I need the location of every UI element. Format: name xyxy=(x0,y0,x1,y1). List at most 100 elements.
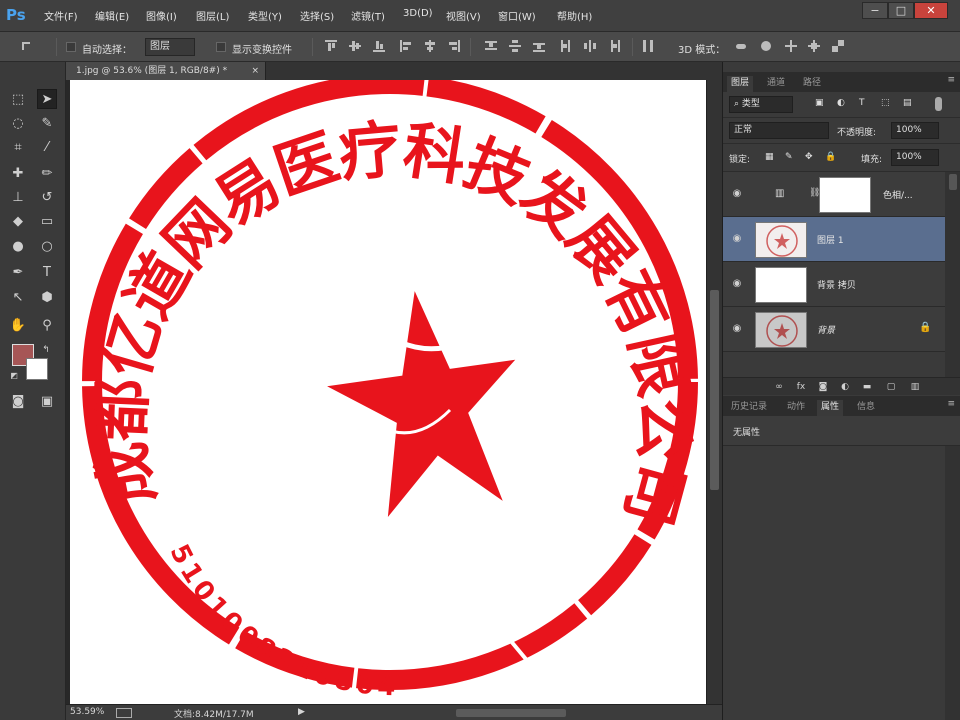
status-arrow-icon[interactable]: ▶ xyxy=(298,707,305,717)
canvas[interactable]: 成都亿道网易医疗科技发展有限公司 5101008310804 xyxy=(70,80,706,704)
move-tool-icon[interactable]: ➤ xyxy=(37,89,57,109)
fx-icon[interactable]: fx xyxy=(795,381,807,393)
document-tab-close-icon[interactable]: × xyxy=(251,62,259,80)
menu-view[interactable]: 视图(V) xyxy=(446,8,481,23)
lasso-tool-icon[interactable]: ◌ xyxy=(8,114,28,134)
menu-help[interactable]: 帮助(H) xyxy=(557,8,592,23)
restore-button[interactable]: □ xyxy=(888,2,914,19)
layer-row-hue-saturation[interactable]: ◉ ▥ ⛓ 色相/... xyxy=(723,172,945,217)
shape-tool-icon[interactable]: ⬢ xyxy=(37,288,57,308)
distribute-bottom-icon[interactable] xyxy=(533,40,545,52)
history-brush-tool-icon[interactable]: ↺ xyxy=(37,188,57,208)
swap-colors-icon[interactable]: ↰ xyxy=(36,340,56,360)
healing-brush-tool-icon[interactable]: ✚ xyxy=(8,164,28,184)
vertical-scrollbar-thumb[interactable] xyxy=(710,290,719,490)
menu-filter[interactable]: 滤镜(T) xyxy=(351,8,385,23)
menu-type[interactable]: 类型(Y) xyxy=(248,8,282,23)
align-left-icon[interactable] xyxy=(400,40,412,52)
minimize-button[interactable]: − xyxy=(862,2,888,19)
lock-position-icon[interactable]: ✥ xyxy=(805,152,813,162)
align-bottom-icon[interactable] xyxy=(373,40,385,52)
auto-select-checkbox[interactable] xyxy=(66,42,76,52)
eye-icon[interactable]: ◉ xyxy=(731,278,743,290)
crop-tool-icon[interactable]: ⌗ xyxy=(8,138,28,158)
menu-select[interactable]: 选择(S) xyxy=(300,8,334,23)
layers-scrollbar[interactable] xyxy=(945,172,960,377)
3d-pan-icon[interactable] xyxy=(785,40,797,52)
3d-roll-icon[interactable] xyxy=(760,40,772,52)
path-select-tool-icon[interactable]: ↖ xyxy=(8,288,28,308)
properties-scrollbar[interactable] xyxy=(945,446,960,720)
menu-edit[interactable]: 编辑(E) xyxy=(95,8,129,23)
filter-adjustment-icon[interactable]: ◐ xyxy=(837,98,845,108)
filter-type-icon[interactable]: T xyxy=(859,98,865,108)
move-tool-preset-icon[interactable] xyxy=(20,40,32,52)
quick-mask-icon[interactable]: ◙ xyxy=(8,392,28,412)
align-vcenter-icon[interactable] xyxy=(349,40,361,52)
align-top-icon[interactable] xyxy=(325,40,337,52)
3d-rotate-icon[interactable] xyxy=(735,40,747,52)
blur-tool-icon[interactable]: ● xyxy=(8,237,28,257)
panel-menu-icon[interactable]: ≡ xyxy=(947,399,955,409)
brush-tool-icon[interactable]: ✏ xyxy=(37,164,57,184)
3d-scale-icon[interactable] xyxy=(832,40,844,52)
lock-pixels-icon[interactable]: ✎ xyxy=(785,152,793,162)
distribute-top-icon[interactable] xyxy=(485,40,497,52)
adjustment-icon[interactable]: ◐ xyxy=(839,381,851,393)
align-right-icon[interactable] xyxy=(448,40,460,52)
quick-select-tool-icon[interactable]: ✎ xyxy=(37,114,57,134)
menu-image[interactable]: 图像(I) xyxy=(146,8,177,23)
menu-window[interactable]: 窗口(W) xyxy=(498,8,536,23)
panel-menu-icon[interactable]: ≡ xyxy=(947,75,955,85)
trash-icon[interactable]: ▥ xyxy=(909,381,921,393)
tab-actions[interactable]: 动作 xyxy=(783,400,809,416)
layer-row-layer-1[interactable]: ◉ 图层 1 xyxy=(723,217,945,262)
tab-paths[interactable]: 路径 xyxy=(799,76,825,92)
filter-toggle[interactable] xyxy=(935,97,942,111)
layer-row-background[interactable]: ◉ 背景 🔒 xyxy=(723,307,945,352)
3d-slide-icon[interactable] xyxy=(808,40,820,52)
layers-scrollbar-thumb[interactable] xyxy=(949,174,957,190)
filter-shape-icon[interactable]: ⬚ xyxy=(881,98,890,108)
clone-stamp-tool-icon[interactable]: ⊥ xyxy=(8,188,28,208)
distribute-hcenter-icon[interactable] xyxy=(584,40,596,52)
show-transform-checkbox[interactable] xyxy=(216,42,226,52)
menu-3d[interactable]: 3D(D) xyxy=(403,8,433,19)
layer-filter-dropdown[interactable]: ⌕ 类型 xyxy=(729,96,793,113)
hand-tool-icon[interactable]: ✋ xyxy=(8,316,28,336)
folder-icon[interactable]: ▬ xyxy=(861,381,873,393)
tab-properties[interactable]: 属性 xyxy=(817,400,844,416)
auto-align-icon[interactable] xyxy=(642,40,654,52)
vertical-scrollbar[interactable] xyxy=(706,80,722,704)
eraser-tool-icon[interactable]: ◆ xyxy=(8,212,28,232)
eyedropper-tool-icon[interactable]: ⁄ xyxy=(37,138,57,158)
tab-layers[interactable]: 图层 xyxy=(727,76,754,92)
pen-tool-icon[interactable]: ✒ xyxy=(8,263,28,283)
eye-icon[interactable]: ◉ xyxy=(731,233,743,245)
zoom-tool-icon[interactable]: ⚲ xyxy=(37,316,57,336)
lock-transparent-icon[interactable]: ▦ xyxy=(765,152,774,162)
layer-row-background-copy[interactable]: ◉ 背景 拷贝 xyxy=(723,262,945,307)
tab-info[interactable]: 信息 xyxy=(853,400,879,416)
close-button[interactable]: ✕ xyxy=(914,2,948,19)
tab-history[interactable]: 历史记录 xyxy=(727,400,771,416)
dodge-tool-icon[interactable]: ○ xyxy=(37,237,57,257)
filter-smart-object-icon[interactable]: ▤ xyxy=(903,98,912,108)
zoom-level[interactable]: 53.59% xyxy=(70,707,104,717)
menu-layer[interactable]: 图层(L) xyxy=(196,8,229,23)
lock-all-icon[interactable]: 🔒 xyxy=(825,152,836,162)
auto-select-dropdown[interactable]: 图层 xyxy=(145,38,195,56)
link-icon[interactable]: ∞ xyxy=(773,381,785,393)
background-color-swatch[interactable] xyxy=(26,358,48,380)
horizontal-scrollbar-thumb[interactable] xyxy=(456,709,566,717)
distribute-vcenter-icon[interactable] xyxy=(509,40,521,52)
document-tab[interactable]: 1.jpg @ 53.6% (图层 1, RGB/8#) * × xyxy=(66,62,266,80)
blend-mode-dropdown[interactable]: 正常 xyxy=(729,122,829,139)
new-layer-icon[interactable]: ▢ xyxy=(885,381,897,393)
default-colors-icon[interactable]: ◩ xyxy=(4,366,24,386)
align-hcenter-icon[interactable] xyxy=(424,40,436,52)
fill-input[interactable]: 100% xyxy=(891,149,939,166)
filter-pixel-icon[interactable]: ▣ xyxy=(815,98,824,108)
marquee-tool-icon[interactable]: ⬚ xyxy=(8,90,28,110)
distribute-right-icon[interactable] xyxy=(608,40,620,52)
